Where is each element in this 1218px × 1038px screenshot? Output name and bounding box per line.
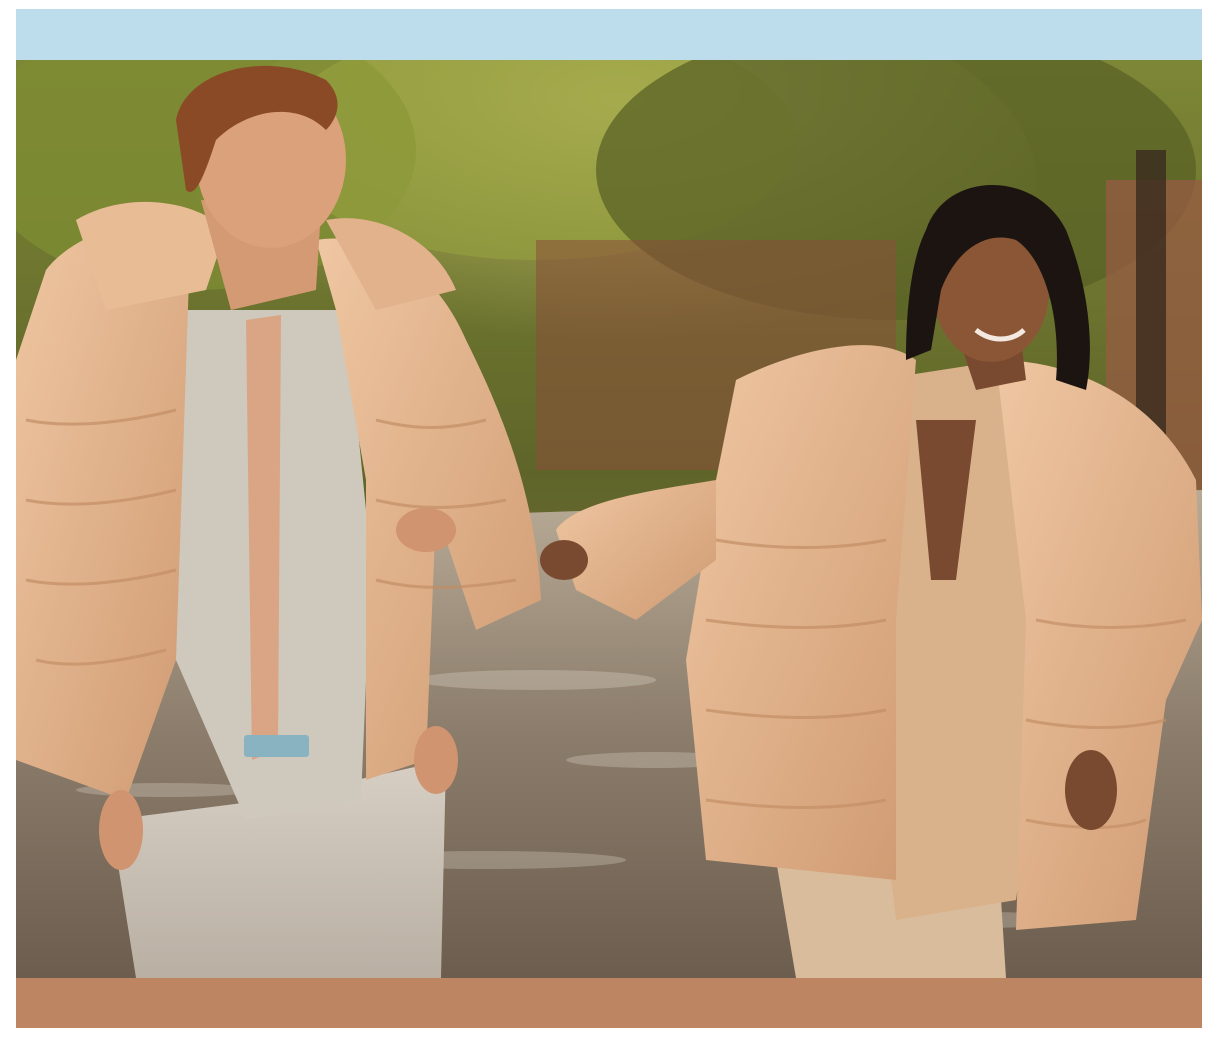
top-color-band <box>16 9 1202 60</box>
photo-illustration <box>16 60 1202 978</box>
fashion-photo <box>16 60 1202 978</box>
banner-frame <box>16 9 1202 1028</box>
bottom-color-band <box>16 978 1202 1028</box>
page <box>0 0 1218 1038</box>
linked-hands <box>396 508 456 552</box>
